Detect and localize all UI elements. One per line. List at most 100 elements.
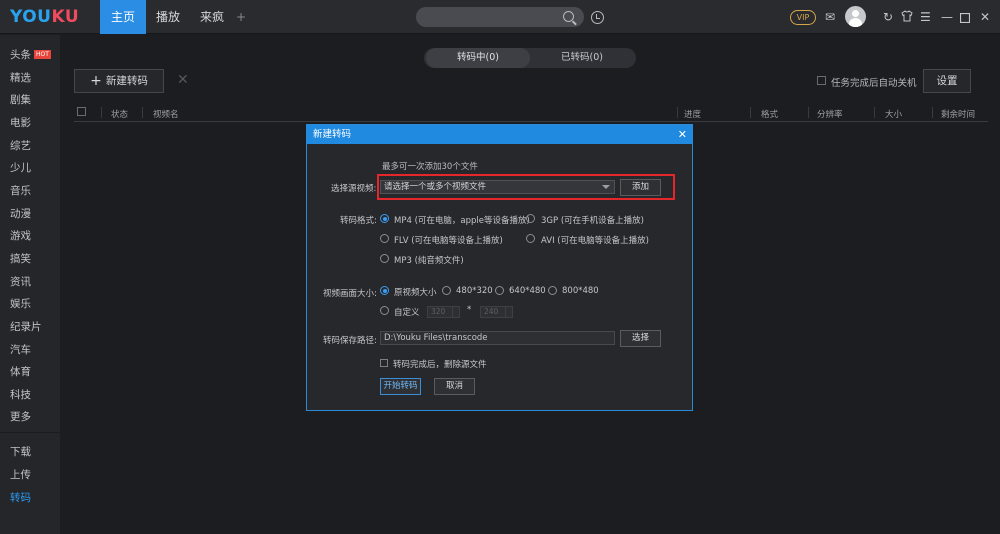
format-option-mp3[interactable]: MP3 (纯音频文件): [394, 254, 464, 266]
size-radio-640x480[interactable]: [495, 286, 504, 295]
size-option-800x480[interactable]: 800*480: [562, 286, 599, 296]
format-radio-3gp[interactable]: [526, 214, 535, 223]
auto-shutdown-label: 任务完成后自动关机: [831, 78, 917, 89]
sidebar-item-games[interactable]: 游戏: [10, 228, 31, 243]
column-progress[interactable]: 进度: [684, 108, 701, 120]
size-option-640x480[interactable]: 640*480: [509, 286, 546, 296]
sidebar: 头条 HOT 精选 剧集 电影 综艺 少儿 音乐 动漫 游戏 搞笑 资讯 娱乐 纪…: [0, 35, 60, 534]
sidebar-item-music[interactable]: 音乐: [10, 183, 31, 198]
new-transcode-dialog: 新建转码 ✕ 最多可一次添加30个文件 选择源视频: 请选择一个或多个视频文件 …: [306, 124, 693, 411]
search-icon[interactable]: [563, 11, 574, 22]
height-stepper[interactable]: [505, 307, 512, 317]
sidebar-item-transcode[interactable]: 转码: [10, 490, 31, 505]
sidebar-item-upload[interactable]: 上传: [10, 467, 31, 482]
custom-size-separator: *: [467, 305, 472, 315]
cancel-button[interactable]: 取消: [434, 378, 475, 395]
format-option-flv[interactable]: FLV (可在电脑等设备上播放): [394, 234, 503, 246]
delete-source-label[interactable]: 转码完成后，删除源文件: [393, 358, 487, 370]
vip-badge[interactable]: VIP: [790, 10, 816, 25]
settings-button[interactable]: 设置: [923, 69, 971, 93]
size-radio-custom[interactable]: [380, 306, 389, 315]
size-option-original[interactable]: 原视频大小: [394, 286, 437, 298]
column-resolution[interactable]: 分辨率: [817, 108, 843, 120]
add-tab-icon[interactable]: +: [236, 10, 246, 24]
size-radio-original[interactable]: [380, 286, 389, 295]
sidebar-item-more[interactable]: 更多: [10, 409, 31, 424]
size-option-480x320[interactable]: 480*320: [456, 286, 493, 296]
tab-transcoding[interactable]: 转码中(0): [426, 48, 530, 68]
dialog-close-icon[interactable]: ✕: [678, 125, 687, 144]
column-size[interactable]: 大小: [885, 108, 902, 120]
start-transcode-button[interactable]: 开始转码: [380, 378, 421, 395]
auto-shutdown-checkbox[interactable]: [817, 76, 826, 85]
browse-button[interactable]: 选择: [620, 330, 661, 347]
sidebar-item-series[interactable]: 剧集: [10, 92, 31, 107]
sidebar-item-documentary[interactable]: 纪录片: [10, 319, 42, 334]
custom-height-input[interactable]: 240: [480, 306, 513, 318]
format-label: 转码格式:: [340, 216, 377, 226]
save-path-input[interactable]: D:\Youku Files\transcode: [380, 331, 615, 345]
avatar[interactable]: [845, 6, 866, 27]
sidebar-item-funny[interactable]: 搞笑: [10, 251, 31, 266]
size-radio-480x320[interactable]: [442, 286, 451, 295]
column-format[interactable]: 格式: [761, 108, 778, 120]
width-stepper[interactable]: [452, 307, 459, 317]
skin-icon[interactable]: [901, 10, 913, 26]
format-radio-mp4[interactable]: [380, 214, 389, 223]
tab-transcoded[interactable]: 已转码(0): [530, 48, 634, 68]
sidebar-item-sports[interactable]: 体育: [10, 364, 31, 379]
new-transcode-button[interactable]: + 新建转码: [74, 69, 164, 93]
custom-width-input[interactable]: 320: [427, 306, 460, 318]
chevron-down-icon: [602, 185, 610, 189]
sidebar-item-movies[interactable]: 电影: [10, 115, 31, 130]
column-status[interactable]: 状态: [111, 108, 128, 120]
sidebar-item-cars[interactable]: 汽车: [10, 342, 31, 357]
save-path-label: 转码保存路径:: [323, 336, 377, 346]
task-table-header: 状态 视频名 进度 格式 分辨率 大小 剩余时间: [74, 104, 988, 122]
delete-source-checkbox[interactable]: [380, 359, 388, 367]
format-option-3gp[interactable]: 3GP (可在手机设备上播放): [541, 214, 644, 226]
format-option-mp4[interactable]: MP4 (可在电脑，apple等设备播放): [394, 214, 530, 226]
transcode-tabs: 转码中(0) 已转码(0): [424, 48, 636, 68]
sidebar-item-kids[interactable]: 少儿: [10, 160, 31, 175]
delete-icon[interactable]: ✕: [177, 72, 189, 88]
tab-laifeng[interactable]: 来疯: [190, 0, 234, 34]
sidebar-item-anime[interactable]: 动漫: [10, 206, 31, 221]
source-video-select[interactable]: 请选择一个或多个视频文件: [380, 180, 615, 194]
history-icon[interactable]: [591, 11, 604, 24]
format-radio-flv[interactable]: [380, 234, 389, 243]
select-all-checkbox[interactable]: [77, 107, 86, 116]
sidebar-divider: [0, 432, 60, 433]
dialog-title: 新建转码 ✕: [307, 125, 692, 144]
sidebar-item-download[interactable]: 下载: [10, 444, 31, 459]
maximize-icon[interactable]: [959, 11, 971, 27]
plus-icon: +: [90, 73, 102, 89]
sidebar-item-tech[interactable]: 科技: [10, 387, 31, 402]
sidebar-item-news[interactable]: 资讯: [10, 274, 31, 289]
add-button[interactable]: 添加: [620, 179, 661, 196]
format-option-avi[interactable]: AVI (可在电脑等设备上播放): [541, 234, 649, 246]
source-label: 选择源视频:: [331, 184, 377, 194]
file-limit-hint: 最多可一次添加30个文件: [382, 162, 478, 172]
sidebar-item-entertainment[interactable]: 娱乐: [10, 296, 31, 311]
tab-home[interactable]: 主页: [100, 0, 146, 34]
size-option-custom[interactable]: 自定义: [394, 306, 420, 318]
minimize-icon[interactable]: —: [941, 9, 953, 25]
refresh-icon[interactable]: ↻: [883, 9, 893, 25]
youku-logo[interactable]: YOUKU: [10, 7, 79, 27]
format-radio-avi[interactable]: [526, 234, 535, 243]
close-icon[interactable]: ✕: [980, 9, 990, 25]
mail-icon[interactable]: ✉: [825, 9, 835, 25]
search-input[interactable]: [416, 7, 584, 27]
sidebar-item-variety[interactable]: 综艺: [10, 138, 31, 153]
tab-play[interactable]: 播放: [146, 0, 190, 34]
size-radio-800x480[interactable]: [548, 286, 557, 295]
hot-badge: HOT: [34, 50, 51, 59]
menu-icon[interactable]: ☰: [920, 9, 931, 25]
title-bar: YOUKU 主页 播放 来疯 + VIP ✉ ↻ ☰ — ✕: [0, 0, 1000, 34]
column-time-left[interactable]: 剩余时间: [941, 108, 975, 120]
column-video-name[interactable]: 视频名: [153, 108, 179, 120]
sidebar-item-headlines[interactable]: 头条 HOT: [10, 47, 51, 62]
sidebar-item-featured[interactable]: 精选: [10, 70, 31, 85]
format-radio-mp3[interactable]: [380, 254, 389, 263]
